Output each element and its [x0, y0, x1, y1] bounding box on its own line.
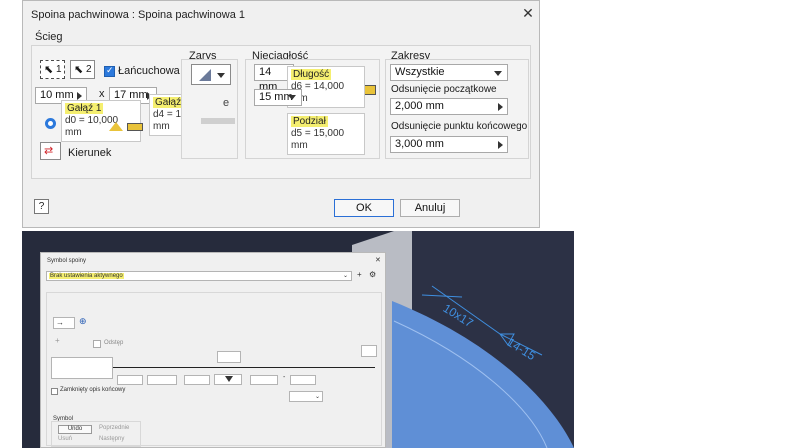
size-field[interactable] — [147, 375, 177, 385]
tail-note-field[interactable] — [51, 357, 113, 379]
leg1-tooltip-name: Gałąź 1 — [65, 103, 104, 114]
add-icon[interactable]: + — [357, 270, 362, 279]
weld-symbol-panel: Symbol spoiny ✕ Brak ustawienia aktywneg… — [40, 252, 386, 448]
pick1-label: 1 — [56, 64, 62, 75]
standard-dropdown[interactable]: Brak ustawienia aktywnego ⌄ — [46, 271, 352, 281]
symbol-close-icon[interactable]: ✕ — [375, 256, 381, 264]
dialog-title: Spoina pachwinowa : Spoina pachwinowa 1 — [31, 9, 246, 21]
leader-type-dropdown[interactable]: → — [53, 317, 75, 329]
partial-label-e: e — [223, 97, 230, 109]
chain-label: Łańcuchowa — [118, 65, 180, 77]
length-tooltip-name: Długość — [291, 69, 332, 80]
end-offset-label: Odsunięcie punktu końcowego — [391, 121, 528, 132]
spacing-label: Odstęp — [104, 340, 124, 346]
upper-symbol-field[interactable] — [217, 351, 241, 363]
length-field[interactable] — [250, 375, 278, 385]
symbol-panel-title: Symbol spoiny — [47, 258, 87, 264]
cursor-icon: ⬉ — [44, 64, 54, 76]
select-face-2-button[interactable]: ⬉ 2 — [70, 60, 95, 79]
end-offset-input[interactable]: 3,000 mm — [390, 136, 508, 153]
direction-button[interactable]: ⇄ — [40, 142, 61, 160]
weld-symbol-button[interactable] — [214, 374, 242, 385]
fillet-symbol-icon — [225, 376, 233, 382]
times-sign: x — [99, 88, 105, 100]
equal-legs-radio[interactable] — [45, 118, 56, 129]
reference-line — [113, 367, 375, 368]
end-offset-value: 3,000 mm — [395, 138, 444, 150]
size2-field[interactable] — [184, 375, 210, 385]
arrow-side-toggle[interactable] — [361, 345, 377, 357]
pitch-tooltip-name: Podział — [291, 116, 328, 127]
weld-shape-2-icon — [127, 123, 143, 131]
select-face-1-button[interactable]: ⬉ 1 — [40, 60, 65, 79]
chain-checkbox[interactable] — [104, 65, 115, 77]
contour-disabled-field — [201, 118, 235, 124]
pitch-tooltip-expr: d5 = 15,000 mm — [291, 128, 345, 151]
leg1-tooltip: Gałąź 1 d0 = 10,000 mm — [61, 100, 141, 142]
flip-direction-icon: ⇄ — [44, 145, 54, 157]
pitch-field[interactable] — [290, 375, 316, 385]
cancel-button[interactable]: Anuluj — [400, 199, 460, 217]
leader-arrow-icon: → — [56, 318, 64, 327]
spacing-checkbox[interactable] — [93, 340, 101, 348]
undo-button[interactable]: Undo — [58, 425, 92, 434]
start-offset-label: Odsunięcie początkowe — [391, 84, 497, 95]
gear-icon[interactable]: ⚙ — [369, 270, 376, 279]
extents-dropdown[interactable]: Wszystkie — [390, 64, 508, 81]
bead-group-label: Ścieg — [35, 31, 63, 43]
chevron-down-icon: ⌄ — [342, 273, 348, 279]
contour-dropdown[interactable] — [191, 64, 231, 85]
ok-button[interactable]: OK — [334, 199, 394, 217]
delete-button[interactable]: Usuń — [58, 436, 72, 442]
previous-button[interactable]: Poprzednie — [99, 425, 129, 431]
start-offset-value: 2,000 mm — [395, 100, 444, 112]
start-offset-input[interactable]: 2,000 mm — [390, 98, 508, 115]
pick2-label: 2 — [86, 64, 92, 75]
closed-tail-label: Zamknięty opis końcowy — [60, 387, 126, 393]
close-icon[interactable]: ✕ — [520, 5, 536, 21]
next-button[interactable]: Następny — [99, 436, 124, 442]
chevron-down-icon: ⌄ — [314, 394, 320, 400]
contour-flat-icon — [199, 69, 211, 81]
closed-tail-checkbox[interactable] — [51, 388, 58, 395]
contour-dropdown-small[interactable]: ⌄ — [289, 391, 323, 402]
fillet-weld-dialog: Spoina pachwinowa : Spoina pachwinowa 1 … — [22, 0, 540, 228]
help-icon[interactable]: ? — [34, 199, 49, 214]
standard-value: Brak ustawienia aktywnego — [49, 273, 124, 279]
pitch-input[interactable]: 15 mm — [254, 89, 302, 106]
weld-shape-icon — [109, 122, 123, 131]
dash-label: - — [283, 374, 286, 381]
field-weld-icon: + — [55, 336, 60, 345]
prefix-field[interactable] — [117, 375, 143, 385]
extents-value: Wszystkie — [395, 66, 445, 78]
all-around-icon[interactable]: ⊕ — [79, 316, 87, 327]
direction-label: Kierunek — [68, 147, 112, 159]
cursor-icon: ⬉ — [74, 64, 84, 76]
pitch-tooltip: Podział d5 = 15,000 mm — [287, 113, 365, 155]
